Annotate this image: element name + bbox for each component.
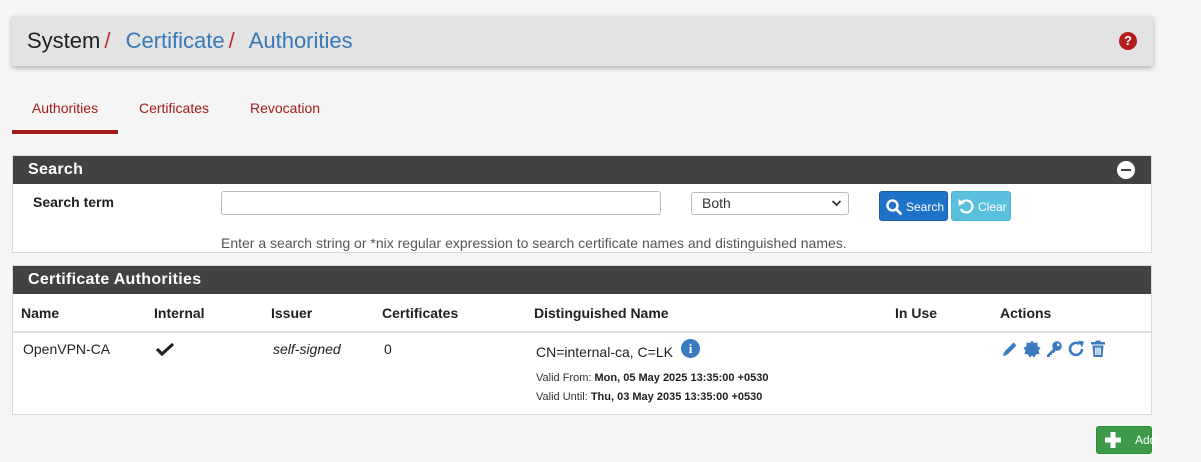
breadcrumb: System / Certificate / Authorities [27, 28, 353, 54]
breadcrumb-certificate[interactable]: Certificate [126, 28, 225, 53]
add-button-label: Add [1135, 433, 1157, 447]
plus-icon [1103, 427, 1123, 459]
search-scope-select[interactable]: Both [691, 192, 849, 215]
ca-issuer: self-signed [273, 341, 341, 357]
add-button[interactable]: Add [1096, 426, 1156, 454]
row-actions [1001, 339, 1107, 359]
search-panel-header: Search [13, 156, 1151, 184]
ca-name: OpenVPN-CA [23, 341, 111, 357]
table-header-divider [13, 331, 1151, 333]
trash-icon[interactable] [1089, 339, 1107, 359]
tab-certificates[interactable]: Certificates [126, 89, 222, 134]
breadcrumb-system: System [27, 28, 101, 53]
search-scope-value: Both [702, 195, 731, 211]
valid-from-value: Mon, 05 May 2025 13:35:00 +0530 [594, 372, 769, 384]
certificate-authorities-panel: Certificate Authorities Name Internal Is… [12, 265, 1152, 415]
column-header-name[interactable]: Name [21, 305, 59, 321]
tab-authorities[interactable]: Authorities [12, 89, 118, 134]
clear-button[interactable]: Clear [951, 191, 1011, 221]
ca-valid-until: Valid Until: Thu, 03 May 2035 13:35:00 +… [536, 391, 762, 403]
valid-from-label: Valid From: [536, 372, 592, 384]
ca-panel-header: Certificate Authorities [13, 266, 1151, 294]
search-input[interactable] [221, 191, 661, 215]
valid-until-label: Valid Until: [536, 391, 588, 403]
column-header-actions: Actions [1000, 305, 1052, 321]
column-header-issuer[interactable]: Issuer [271, 305, 312, 321]
magnifier-icon [885, 192, 903, 232]
column-header-internal[interactable]: Internal [154, 305, 205, 321]
question-circle-icon[interactable]: ? [1119, 32, 1137, 50]
checkmark-icon [155, 342, 175, 357]
ca-certificate-count: 0 [384, 341, 392, 357]
key-icon[interactable] [1045, 339, 1063, 359]
breadcrumb-separator: / [104, 28, 111, 53]
info-circle-icon[interactable]: i [681, 339, 700, 358]
column-header-distinguished-name[interactable]: Distinguished Name [534, 305, 669, 321]
search-panel: Search Search term Both Search Clear Ent… [12, 155, 1152, 253]
breadcrumb-bar: System / Certificate / Authorities ? [12, 16, 1153, 66]
search-hint: Enter a search string or *nix regular ex… [221, 235, 847, 251]
valid-until-value: Thu, 03 May 2035 13:35:00 +0530 [590, 391, 763, 403]
ca-panel-title: Certificate Authorities [28, 271, 202, 288]
search-button[interactable]: Search [879, 191, 948, 221]
ca-distinguished-name: CN=internal-ca, C=LK [536, 344, 673, 360]
renew-icon[interactable] [1067, 339, 1085, 359]
column-header-certificates[interactable]: Certificates [382, 305, 458, 321]
certificate-badge-icon[interactable] [1023, 339, 1041, 359]
column-header-in-use[interactable]: In Use [895, 305, 937, 321]
tab-revocation[interactable]: Revocation [238, 89, 332, 134]
search-panel-title: Search [28, 161, 84, 178]
ca-valid-from: Valid From: Mon, 05 May 2025 13:35:00 +0… [536, 372, 768, 384]
clear-button-label: Clear [978, 200, 1007, 214]
breadcrumb-separator: / [228, 28, 235, 53]
chevron-down-icon [831, 193, 842, 222]
minus-circle-icon[interactable] [1117, 161, 1135, 179]
search-button-label: Search [906, 200, 945, 214]
edit-icon[interactable] [1001, 339, 1019, 359]
undo-icon [957, 192, 975, 232]
breadcrumb-authorities[interactable]: Authorities [249, 28, 353, 53]
search-term-label: Search term [33, 194, 114, 210]
